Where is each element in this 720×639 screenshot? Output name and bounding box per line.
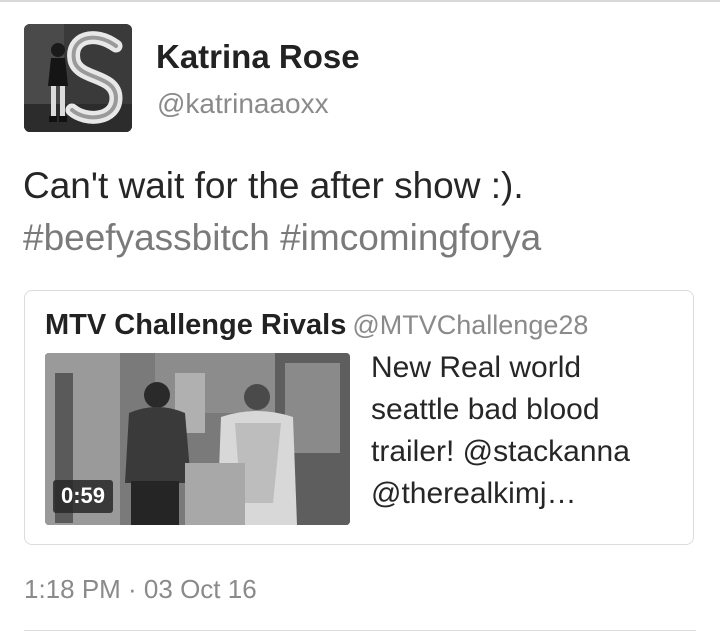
- quoted-text-line: seattle bad blood: [371, 393, 600, 426]
- quoted-text-line: @therealkimj…: [371, 477, 577, 510]
- bottom-divider: [24, 630, 696, 631]
- tweet-timestamp[interactable]: 1:18 PM · 03 Oct 16: [24, 574, 257, 605]
- top-divider: [0, 0, 720, 2]
- quoted-display-name: MTV Challenge Rivals: [45, 309, 347, 341]
- tweet-text: Can't wait for the after show :). #beefy…: [23, 160, 703, 264]
- quoted-tweet-header: MTV Challenge Rivals @MTVChallenge28: [45, 309, 588, 342]
- quoted-tweet-text: New Real world seattle bad blood trailer…: [371, 347, 681, 515]
- quoted-handle: @MTVChallenge28: [352, 310, 589, 340]
- video-duration-badge: 0:59: [53, 480, 114, 513]
- quoted-text-line: New Real world: [371, 351, 582, 384]
- tweet-hashtags: #beefyassbitch #imcomingforya: [23, 212, 703, 264]
- author-display-name[interactable]: Katrina Rose: [156, 38, 360, 76]
- quoted-tweet-card[interactable]: MTV Challenge Rivals @MTVChallenge28 0:59…: [24, 290, 694, 545]
- author-handle[interactable]: @katrinaaoxx: [157, 88, 329, 120]
- quoted-text-line: trailer! @stackanna: [371, 435, 630, 468]
- author-avatar[interactable]: [24, 24, 132, 132]
- tweet-text-line: Can't wait for the after show :).: [23, 165, 524, 206]
- video-thumbnail[interactable]: 0:59: [45, 353, 350, 525]
- avatar-image: [24, 24, 132, 132]
- hashtag-link[interactable]: #imcomingforya: [280, 217, 541, 258]
- hashtag-link[interactable]: #beefyassbitch: [23, 217, 270, 258]
